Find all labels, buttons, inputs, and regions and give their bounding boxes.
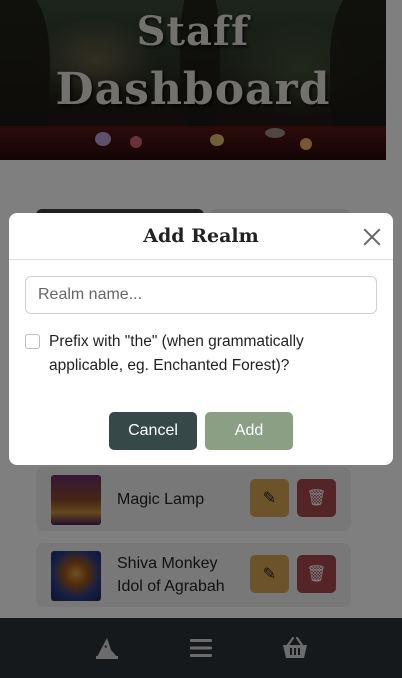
close-icon[interactable]: [361, 226, 383, 248]
prefix-checkbox[interactable]: [25, 334, 40, 349]
modal-divider: [9, 259, 393, 260]
modal-title: Add Realm: [143, 225, 259, 247]
add-realm-modal: Add Realm Prefix with "the" (when gramma…: [9, 213, 393, 465]
realm-name-input[interactable]: [25, 276, 377, 314]
cancel-button[interactable]: Cancel: [109, 412, 197, 450]
add-button[interactable]: Add: [205, 412, 293, 450]
prefix-checkbox-label: Prefix with "the" (when grammatically ap…: [49, 333, 304, 374]
